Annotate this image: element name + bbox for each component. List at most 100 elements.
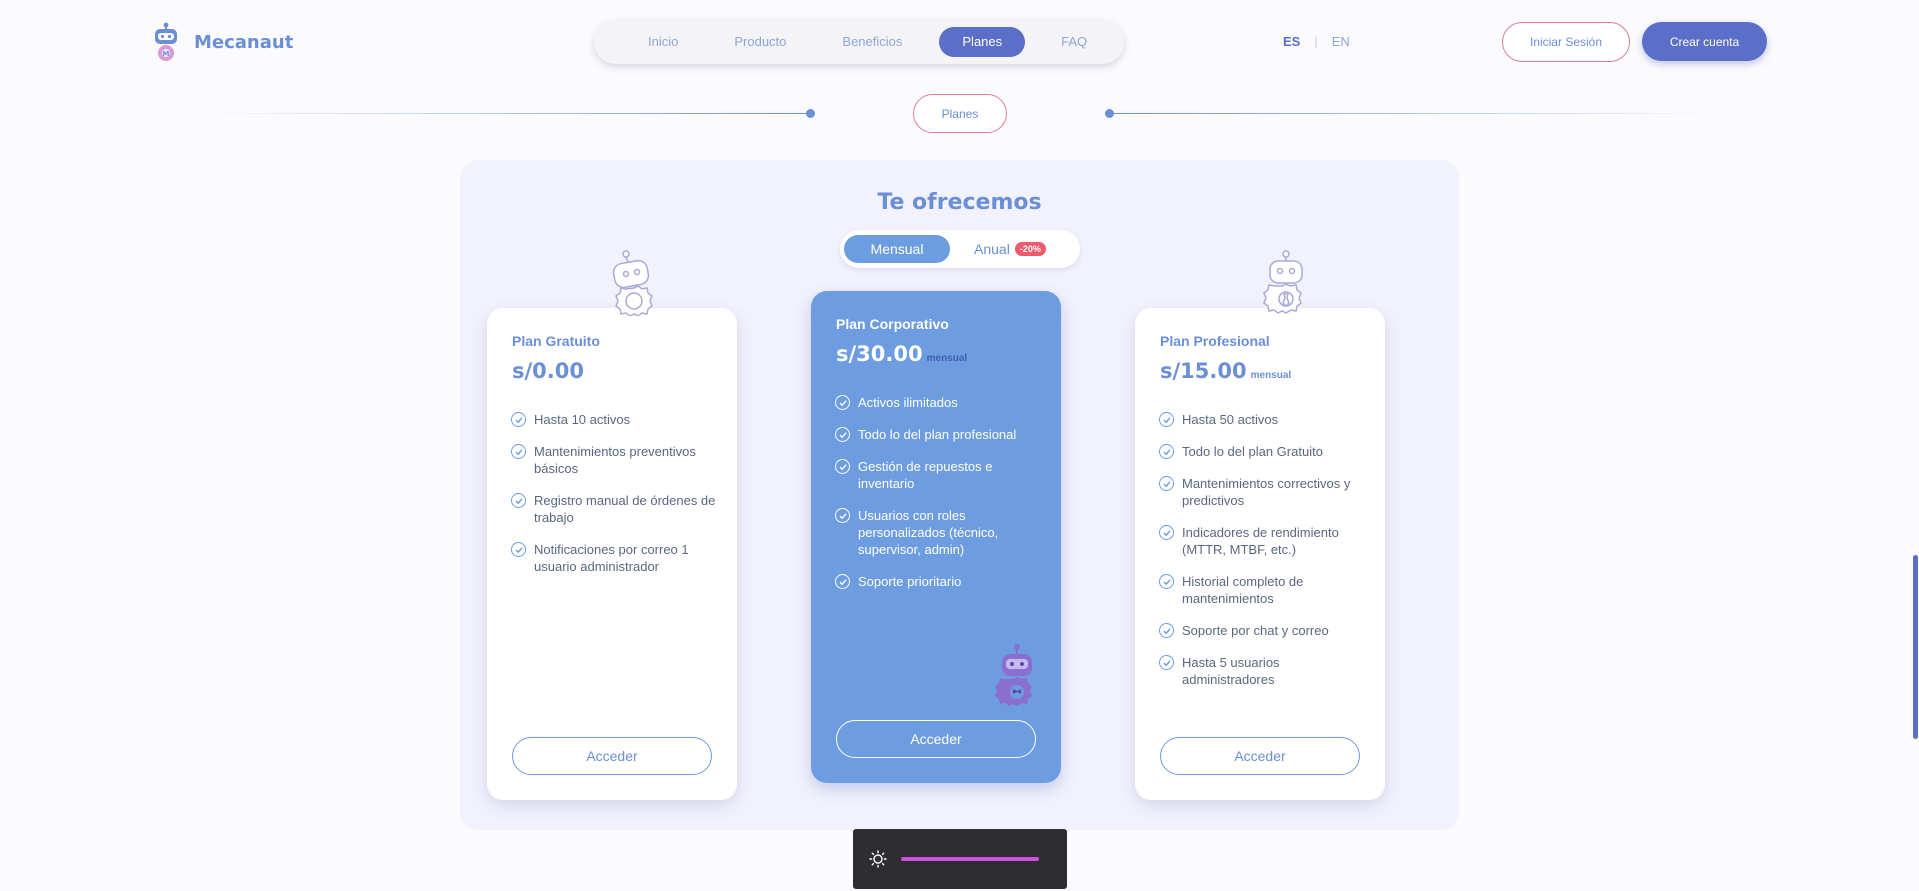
feature-item: Hasta 5 usuarios administradores <box>1159 654 1369 688</box>
nav-beneficios[interactable]: Beneficios <box>832 27 912 57</box>
access-button[interactable]: Acceder <box>512 737 712 775</box>
feature-text: Mantenimientos correctivos y predictivos <box>1182 476 1351 508</box>
plans-panel: Te ofrecemos Mensual Anual -20% Plan Gra… <box>460 160 1459 830</box>
plan-price: s/15.00 <box>1160 359 1247 383</box>
check-icon <box>511 493 526 508</box>
toggle-monthly[interactable]: Mensual <box>844 235 950 263</box>
feature-text: Indicadores de rendimiento (MTTR, MTBF, … <box>1182 525 1339 557</box>
feature-text: Usuarios con roles personalizados (técni… <box>858 508 999 557</box>
feature-list: Hasta 50 activos Todo lo del plan Gratui… <box>1159 411 1369 703</box>
feature-item: Notificaciones por correo 1 usuario admi… <box>511 541 721 575</box>
check-icon <box>1159 525 1174 540</box>
feature-text: Registro manual de órdenes de trabajo <box>534 493 716 525</box>
sun-icon <box>869 850 887 868</box>
lang-en[interactable]: EN <box>1332 34 1350 49</box>
feature-text: Activos ilimitados <box>858 395 958 410</box>
feature-item: Historial completo de mantenimientos <box>1159 573 1369 607</box>
plan-price: s/0.00 <box>512 359 584 383</box>
language-switch: ES | EN <box>1283 34 1350 49</box>
svg-text:M: M <box>163 50 170 58</box>
billing-toggle[interactable]: Mensual Anual -20% <box>840 230 1080 268</box>
lang-es[interactable]: ES <box>1283 34 1300 49</box>
robot-mascot-icon <box>995 644 1032 706</box>
check-icon <box>1159 444 1174 459</box>
feature-text: Hasta 10 activos <box>534 412 631 427</box>
feature-item: Mantenimientos correctivos y predictivos <box>1159 475 1369 509</box>
feature-item: Hasta 50 activos <box>1159 411 1369 428</box>
check-icon <box>1159 623 1174 638</box>
plan-card-gratuito: Plan Gratuito s/0.00 Hasta 10 activos Ma… <box>487 250 737 800</box>
check-icon <box>835 459 850 474</box>
feature-item: Soporte por chat y correo <box>1159 622 1369 639</box>
check-icon <box>511 542 526 557</box>
check-icon <box>835 574 850 589</box>
plan-card-corporativo: Plan Corporativo s/30.00 mensual Activos… <box>811 291 1061 783</box>
brand-name: Mecanaut <box>194 31 294 53</box>
check-icon <box>511 444 526 459</box>
check-icon <box>835 395 850 410</box>
check-icon <box>1159 574 1174 589</box>
feature-text: Historial completo de mantenimientos <box>1182 574 1304 606</box>
feature-text: Mantenimientos preventivos básicos <box>534 444 696 476</box>
toggle-annual[interactable]: Anual -20% <box>974 235 1046 263</box>
robot-logo-icon: M <box>155 22 177 61</box>
plan-name: Plan Gratuito <box>512 333 600 349</box>
check-icon <box>1159 655 1174 670</box>
signup-button[interactable]: Crear cuenta <box>1642 22 1767 61</box>
feature-text: Soporte prioritario <box>858 574 962 589</box>
feature-item: Usuarios con roles personalizados (técni… <box>835 507 1045 558</box>
section-divider-dot-left <box>806 109 815 118</box>
brand-logo[interactable]: M Mecanaut <box>150 22 293 62</box>
plan-price-row: s/0.00 <box>512 359 584 383</box>
feature-text: Soporte por chat y correo <box>1182 623 1329 638</box>
feature-list: Hasta 10 activos Mantenimientos preventi… <box>511 411 721 590</box>
feature-item: Todo lo del plan Gratuito <box>1159 443 1369 460</box>
feature-item: Soporte prioritario <box>835 573 1045 590</box>
feature-item: Hasta 10 activos <box>511 411 721 428</box>
nav-producto[interactable]: Producto <box>724 27 796 57</box>
brightness-control <box>853 829 1067 889</box>
section-label: Planes <box>913 94 1007 133</box>
discount-badge: -20% <box>1014 242 1046 256</box>
login-button[interactable]: Iniciar Sesión <box>1502 22 1630 62</box>
feature-item: Registro manual de órdenes de trabajo <box>511 492 721 526</box>
brightness-slider[interactable] <box>901 857 1039 861</box>
nav-planes[interactable]: Planes <box>939 27 1026 57</box>
section-divider-left <box>200 113 810 114</box>
plan-price-row: s/15.00 mensual <box>1160 359 1291 383</box>
feature-text: Notificaciones por correo 1 usuario admi… <box>534 542 689 574</box>
feature-list: Activos ilimitados Todo lo del plan prof… <box>835 394 1045 605</box>
toggle-annual-label: Anual <box>974 241 1010 257</box>
check-icon <box>511 412 526 427</box>
plan-price: s/30.00 <box>836 342 923 366</box>
feature-text: Hasta 50 activos <box>1182 412 1279 427</box>
page-scrollbar[interactable] <box>1913 555 1918 739</box>
feature-text: Todo lo del plan profesional <box>858 427 1017 442</box>
feature-item: Mantenimientos preventivos básicos <box>511 443 721 477</box>
nav-inicio[interactable]: Inicio <box>638 27 688 57</box>
plan-price-row: s/30.00 mensual <box>836 342 967 366</box>
feature-item: Indicadores de rendimiento (MTTR, MTBF, … <box>1159 524 1369 558</box>
check-icon <box>1159 476 1174 491</box>
access-button[interactable]: Acceder <box>1160 737 1360 775</box>
feature-text: Todo lo del plan Gratuito <box>1182 444 1323 459</box>
feature-item: Gestión de repuestos e inventario <box>835 458 1045 492</box>
check-icon <box>1159 412 1174 427</box>
section-divider-right <box>1110 113 1720 114</box>
lang-separator: | <box>1314 34 1318 49</box>
plans-title: Te ofrecemos <box>877 190 1042 215</box>
nav-faq[interactable]: FAQ <box>1051 27 1097 57</box>
feature-text: Gestión de repuestos e inventario <box>858 459 993 491</box>
plan-name: Plan Corporativo <box>836 316 949 332</box>
main-nav: Inicio Producto Beneficios Planes FAQ <box>594 20 1124 64</box>
robot-outline-icon <box>612 250 653 316</box>
feature-item: Todo lo del plan profesional <box>835 426 1045 443</box>
plan-card-profesional: Plan Profesional s/15.00 mensual Hasta 5… <box>1135 250 1385 800</box>
feature-item: Activos ilimitados <box>835 394 1045 411</box>
plan-period: mensual <box>926 353 968 364</box>
access-button[interactable]: Acceder <box>836 720 1036 758</box>
plan-period: mensual <box>1250 370 1292 381</box>
robot-outline-icon <box>1263 250 1303 314</box>
check-icon <box>835 508 850 523</box>
check-icon <box>835 427 850 442</box>
